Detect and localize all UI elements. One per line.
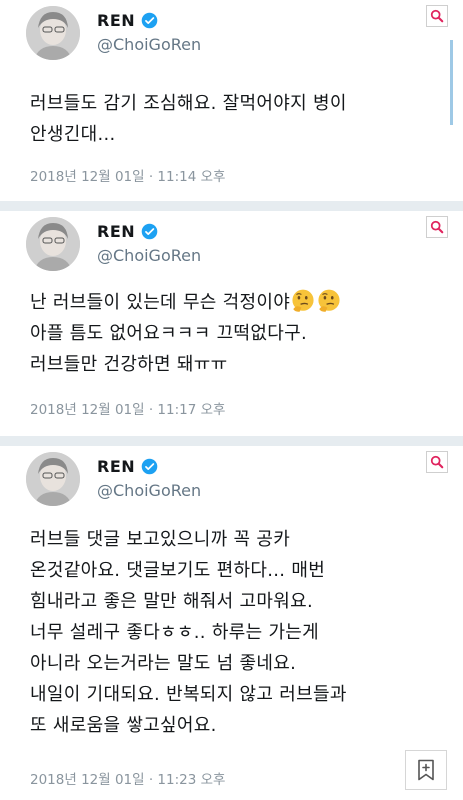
tweet-timestamp[interactable]: 2018년 12월 01일 · 11:23 오후 xyxy=(30,768,225,788)
author-name: REN xyxy=(97,10,136,30)
author-name-row[interactable]: REN xyxy=(97,454,158,478)
tweet-1: REN @ChoiGoRen 러브들도 감기 조심해요. 잘먹어야지 병이 안생… xyxy=(0,0,463,201)
search-icon xyxy=(430,9,444,23)
tweet-line: 난 러브들이 있는데 무슨 걱정이야 xyxy=(30,292,291,313)
tweet-line: 러브들 댓글 보고있으니까 꼭 공카 xyxy=(30,529,291,550)
verified-badge-icon xyxy=(141,223,158,239)
tweet-text: 난 러브들이 있는데 무슨 걱정이야 아플 틈도 없어요ㅋㅋㅋ 끄떡없다구. 러… xyxy=(30,287,342,380)
author-name: REN xyxy=(97,221,136,241)
tweet-line: 힘내라고 좋은 말만 해줘서 고마워요. xyxy=(30,591,314,612)
thinking-face-icon xyxy=(318,289,340,312)
tweet-line: 내일이 기대되요. 반복되지 않고 러브들과 xyxy=(30,684,347,705)
search-button[interactable] xyxy=(426,216,448,238)
tweet-line: 아니라 오는거라는 말도 넘 좋네요. xyxy=(30,653,297,674)
avatar[interactable] xyxy=(26,452,80,506)
author-handle[interactable]: @ChoiGoRen xyxy=(97,481,201,500)
tweet-3: REN @ChoiGoRen 러브들 댓글 보고있으니까 꼭 공카 온것같아요.… xyxy=(0,446,463,800)
tweet-line: 너무 설레구 좋다ㅎㅎ.. 하루는 가는게 xyxy=(30,622,320,643)
search-button[interactable] xyxy=(426,451,448,473)
bookmark-add-icon xyxy=(418,759,434,781)
author-handle[interactable]: @ChoiGoRen xyxy=(97,246,201,265)
tweet-line: 온것같아요. 댓글보기도 편하다... 매번 xyxy=(30,560,326,581)
search-button[interactable] xyxy=(426,5,448,27)
tweet-timestamp[interactable]: 2018년 12월 01일 · 11:17 오후 xyxy=(30,398,225,418)
tweet-line: 아플 틈도 없어요ㅋㅋㅋ 끄떡없다구. xyxy=(30,323,307,344)
tweet-line: 러브들만 건강하면 돼ㅠㅠ xyxy=(30,354,228,375)
tweet-divider xyxy=(0,201,463,211)
verified-badge-icon xyxy=(141,12,158,28)
search-icon xyxy=(430,220,444,234)
tweet-line-with-emoji: 난 러브들이 있는데 무슨 걱정이야 xyxy=(30,287,342,318)
author-name: REN xyxy=(97,456,136,476)
tweet-text: 러브들도 감기 조심해요. 잘먹어야지 병이 안생긴대... xyxy=(30,88,347,150)
author-name-row[interactable]: REN xyxy=(97,8,158,32)
tweet-line: 안생긴대... xyxy=(30,124,116,145)
verified-badge-icon xyxy=(141,458,158,474)
tweet-timestamp[interactable]: 2018년 12월 01일 · 11:14 오후 xyxy=(30,165,225,185)
author-name-row[interactable]: REN xyxy=(97,219,158,243)
search-icon xyxy=(430,455,444,469)
avatar[interactable] xyxy=(26,6,80,60)
avatar[interactable] xyxy=(26,217,80,271)
tweet-2: REN @ChoiGoRen 난 러브들이 있는데 무슨 걱정이야 아플 틈도 … xyxy=(0,211,463,436)
bookmark-button[interactable] xyxy=(405,750,447,790)
author-handle[interactable]: @ChoiGoRen xyxy=(97,35,201,54)
tweet-text: 러브들 댓글 보고있으니까 꼭 공카 온것같아요. 댓글보기도 편하다... 매… xyxy=(30,524,347,741)
thinking-face-icon xyxy=(292,289,314,312)
tweet-line: 러브들도 감기 조심해요. 잘먹어야지 병이 xyxy=(30,93,347,114)
scroll-accent xyxy=(450,40,453,125)
tweet-line: 또 새로움을 쌓고싶어요. xyxy=(30,715,217,736)
tweet-divider xyxy=(0,436,463,446)
